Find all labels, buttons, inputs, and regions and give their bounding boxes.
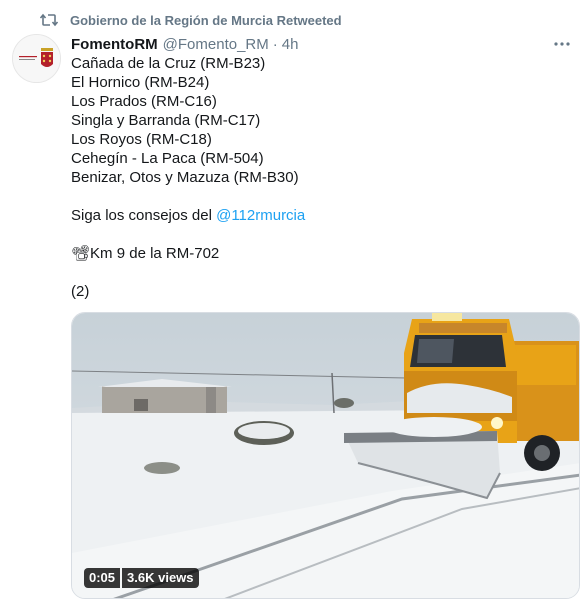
road-closure-line: Cañada de la Cruz (RM-B23) (71, 55, 266, 72)
video-player[interactable]: 0:05 3.6K views (71, 312, 580, 599)
road-closure-line: Benizar, Otos y Mazuza (RM-B30) (71, 169, 299, 186)
more-horizontal-icon (554, 42, 570, 46)
author-display-name[interactable]: FomentoRM (71, 36, 158, 53)
location-line: 📽Km 9 de la RM-702 (71, 244, 571, 263)
tweet-text: Cañada de la Cruz (RM-B23) El Hornico (R… (71, 54, 571, 301)
video-duration: 0:05 (84, 568, 121, 588)
video-views: 3.6K views (122, 568, 199, 588)
road-closure-line: Cehegín - La Paca (RM-504) (71, 150, 264, 167)
advice-line: Siga los consejos del @112rmurcia (71, 206, 571, 225)
location-text: Km 9 de la RM-702 (90, 245, 220, 262)
separator-dot: · (272, 35, 278, 53)
snowplow-thumbnail (72, 313, 579, 598)
author-avatar[interactable] (12, 34, 61, 83)
more-options-button[interactable] (552, 34, 572, 54)
tweet-timestamp[interactable]: 4h (282, 36, 299, 53)
tweet-header: FomentoRM @Fomento_RM · 4h (71, 34, 576, 54)
advice-text: Siga los consejos del (71, 207, 217, 224)
retweet-icon (40, 13, 58, 27)
murcia-crest-avatar (13, 35, 60, 82)
road-closure-line: Los Prados (RM-C16) (71, 93, 217, 110)
retweet-context: Gobierno de la Región de Murcia Retweete… (40, 10, 342, 30)
retweeted-by-link[interactable]: Gobierno de la Región de Murcia Retweete… (70, 13, 342, 28)
mention-link[interactable]: @112rmurcia (216, 207, 305, 224)
author-handle[interactable]: @Fomento_RM (163, 36, 269, 53)
video-info-badge: 0:05 3.6K views (84, 568, 199, 588)
road-closure-line: Los Royos (RM-C18) (71, 131, 212, 148)
road-closure-line: Singla y Barranda (RM-C17) (71, 112, 261, 129)
film-projector-icon: 📽 (71, 245, 91, 262)
thread-count: (2) (71, 283, 90, 300)
road-closure-line: El Hornico (RM-B24) (71, 74, 210, 91)
